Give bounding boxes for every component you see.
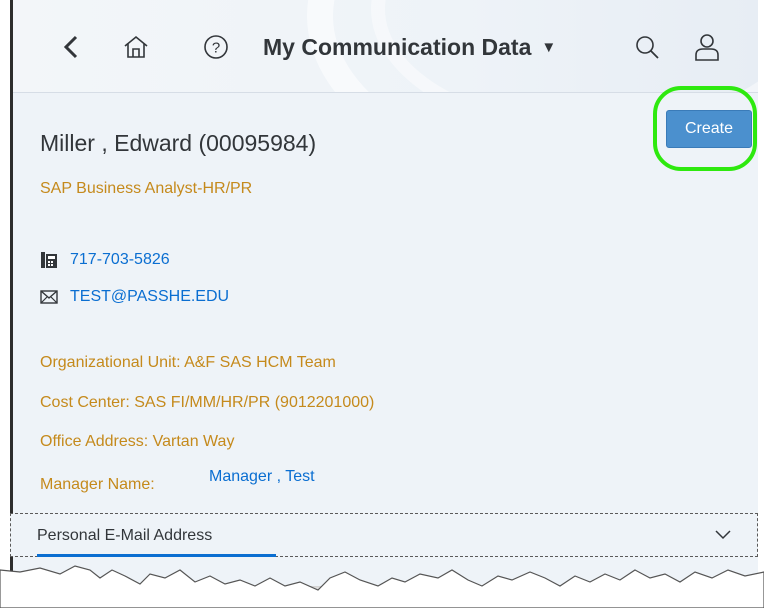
home-icon [124,35,148,58]
personal-email-section[interactable]: Personal E-Mail Address [10,513,758,557]
chevron-down-icon [715,530,731,540]
search-icon [636,36,659,59]
office-address: Office Address: Vartan Way [40,433,235,450]
create-button[interactable]: Create [666,110,752,148]
manager-label: Manager Name: [40,476,155,493]
help-icon: ? [204,35,228,59]
org-unit: Organizational Unit: A&F SAS HCM Team [40,354,336,371]
app-page: ? My Communication Data ▼ Create Miller … [10,0,758,586]
job-title: SAP Business Analyst-HR/PR [40,180,253,197]
shell-header: ? My Communication Data ▼ [13,0,758,93]
back-button[interactable] [51,22,91,72]
screenshot-frame: ? My Communication Data ▼ Create Miller … [10,0,758,608]
torn-edge [0,565,764,608]
section-title: Personal E-Mail Address [37,527,213,544]
cost-center: Cost Center: SAS FI/MM/HR/PR (9012201000… [40,394,375,411]
caret-down-icon: ▼ [541,39,557,56]
search-button[interactable] [625,22,669,72]
user-button[interactable] [685,22,729,72]
user-icon [695,34,719,61]
phone-link[interactable]: 717-703-5826 [40,251,170,269]
app-title: My Communication Data [263,34,532,60]
home-button[interactable] [113,22,159,72]
employee-name: Miller , Edward (00095984) [40,130,317,156]
phone-number: 717-703-5826 [70,251,170,268]
mail-icon [40,290,58,304]
email-link[interactable]: TEST@PASSHE.EDU [40,288,229,306]
manager-link[interactable]: Manager , Test [209,468,315,486]
app-title-menu[interactable]: My Communication Data ▼ [263,34,556,61]
help-button[interactable]: ? [193,22,239,72]
phone-icon [41,252,57,268]
svg-text:?: ? [212,40,220,57]
email-address: TEST@PASSHE.EDU [70,288,230,305]
chevron-left-icon [63,35,78,59]
